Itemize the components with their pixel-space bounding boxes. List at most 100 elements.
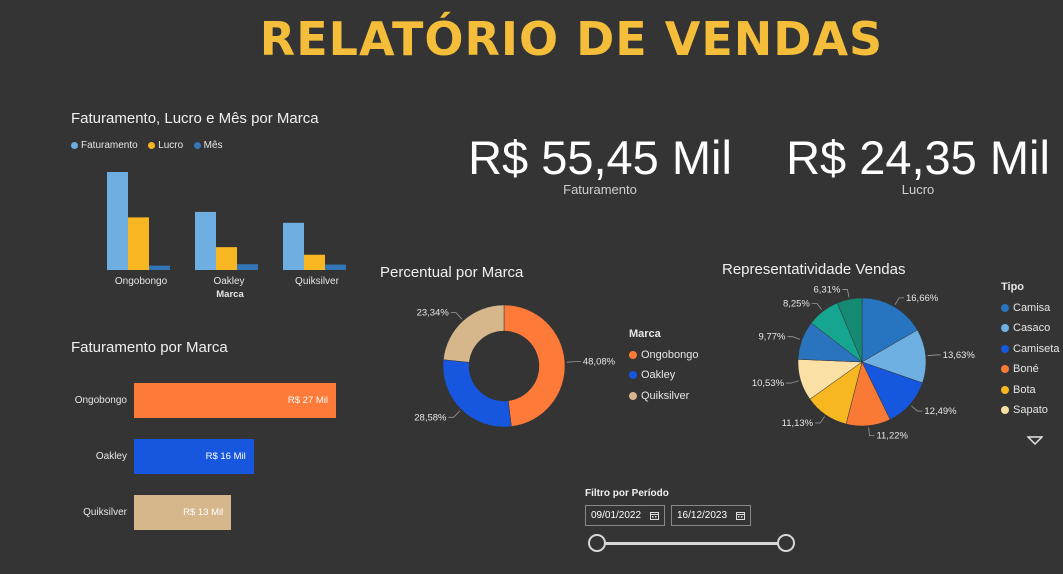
- pie-legend-title: Tipo: [1001, 281, 1025, 293]
- column-bar[interactable]: [107, 172, 128, 270]
- legend-dot-icon: [1001, 344, 1009, 353]
- date-range-end-handle[interactable]: [777, 534, 795, 552]
- slice-label: 6,31%: [813, 284, 840, 295]
- legend-bone[interactable]: Boné: [1001, 359, 1059, 380]
- column-chart-legend: Faturamento Lucro Mês: [71, 136, 229, 154]
- calendar-icon[interactable]: [650, 511, 659, 520]
- bar-value-label: R$ 27 Mil: [287, 395, 328, 406]
- column-bar[interactable]: [325, 264, 346, 270]
- slice-label: 16,66%: [906, 293, 939, 304]
- slice-label: 12,49%: [924, 406, 957, 417]
- bar-chart[interactable]: Ongobongo R$ 27 Mil Oakley R$ 16 Mil Quiksil…: [57, 383, 357, 530]
- legend-dot-icon: [629, 350, 637, 359]
- legend-dot-icon: [1001, 365, 1009, 374]
- legend-ongobongo[interactable]: Ongobongo: [629, 345, 699, 366]
- legend-dot-icon: [71, 142, 78, 149]
- legend-camiseta[interactable]: Camiseta: [1001, 339, 1059, 360]
- slice-label: 11,22%: [876, 431, 908, 442]
- column-chart-title: Faturamento, Lucro e Mês por Marca: [71, 110, 319, 127]
- legend-dot-icon: [193, 142, 201, 149]
- column-bar[interactable]: [237, 264, 258, 270]
- hbar[interactable]: R$ 27 Mil: [134, 383, 336, 418]
- date-range-track[interactable]: [597, 542, 786, 545]
- legend-oakley[interactable]: Oakley: [629, 365, 699, 386]
- slice-label: 10,53%: [752, 378, 785, 389]
- legend-dot-icon: [1001, 385, 1009, 394]
- leader-line: [450, 312, 463, 320]
- bar-row[interactable]: Ongobongo R$ 27 Mil: [57, 383, 336, 418]
- slice-label: 28,58%: [414, 412, 447, 423]
- legend-casaco[interactable]: Casaco: [1001, 318, 1059, 339]
- column-bar[interactable]: [195, 211, 216, 270]
- legend-sapato[interactable]: Sapato: [1001, 400, 1059, 421]
- kpi-lucro-label: Lucro: [901, 182, 935, 197]
- pie-chart[interactable]: 16,66% 13,63% 12,49% 11,22% 11,13% 10,53% 9,77…: [735, 280, 1005, 450]
- legend-dot-icon: [1001, 303, 1009, 312]
- donut-legend: Marca Ongobongo Oakley Quiksilver: [629, 324, 699, 406]
- slice-label: 8,25%: [783, 298, 810, 309]
- legend-dot-icon: [148, 142, 156, 149]
- bar-category-label: Quiksilver: [83, 507, 127, 518]
- leader-line: [894, 297, 904, 306]
- column-bar[interactable]: [304, 254, 325, 270]
- date-range-start-handle[interactable]: [588, 534, 606, 552]
- legend-faturamento[interactable]: Faturamento: [71, 140, 138, 151]
- x-tick-label: Oakley: [213, 276, 244, 287]
- x-tick-label: Quiksilver: [295, 276, 340, 287]
- filter-title: Filtro por Período: [585, 488, 669, 499]
- start-date-input[interactable]: 09/01/2022: [585, 505, 665, 526]
- pie-title: Representatividade Vendas: [722, 261, 906, 278]
- bar-row[interactable]: Quiksilver R$ 13 Mil: [57, 495, 232, 530]
- page-title: RELATÓRIO DE VENDAS: [259, 12, 884, 66]
- leader-line: [815, 416, 825, 424]
- legend-dot-icon: [629, 371, 637, 380]
- end-date-input[interactable]: 16/12/2023: [671, 505, 751, 526]
- x-axis-label: Marca: [216, 289, 244, 300]
- hbar[interactable]: R$ 16 Mil: [134, 439, 254, 474]
- slice-label: 9,77%: [759, 332, 786, 343]
- column-bar[interactable]: [283, 222, 304, 270]
- slice-label: 23,34%: [417, 308, 450, 319]
- column-chart[interactable]: Ongobongo Oakley Quiksilver Marca: [90, 160, 370, 300]
- leader-line: [927, 354, 941, 357]
- legend-mes[interactable]: Mês: [193, 140, 223, 151]
- pie-slice[interactable]: [503, 304, 566, 427]
- leader-line: [911, 405, 923, 412]
- donut-chart[interactable]: 48,08% 28,58% 23,34%: [395, 295, 635, 440]
- legend-dot-icon: [1001, 406, 1009, 415]
- hbar[interactable]: R$ 13 Mil: [134, 495, 232, 530]
- pie-slice[interactable]: [443, 304, 505, 363]
- bar-value-label: R$ 16 Mil: [205, 451, 246, 462]
- bar-value-label: R$ 13 Mil: [183, 507, 224, 518]
- legend-lucro[interactable]: Lucro: [148, 140, 183, 151]
- column-bar[interactable]: [216, 247, 237, 270]
- legend-camisa[interactable]: Camisa: [1001, 298, 1059, 319]
- legend-bota[interactable]: Bota: [1001, 380, 1059, 401]
- pie-legend: Tipo Camisa Casaco Camiseta Boné Bota Sa…: [1001, 277, 1059, 421]
- leader-line: [786, 380, 799, 384]
- leader-line: [566, 361, 581, 363]
- pie-slice[interactable]: [442, 359, 512, 428]
- legend-dot-icon: [629, 391, 637, 400]
- donut-title: Percentual por Marca: [380, 264, 524, 281]
- legend-scroll-down-icon[interactable]: [1027, 436, 1043, 446]
- calendar-icon[interactable]: [736, 511, 745, 520]
- bar-chart-title: Faturamento por Marca: [71, 339, 228, 356]
- leader-line: [448, 410, 461, 418]
- slice-label: 13,63%: [943, 350, 976, 361]
- slice-label: 11,13%: [782, 418, 814, 429]
- leader-line: [811, 302, 823, 310]
- kpi-faturamento-label: Faturamento: [563, 182, 637, 197]
- legend-dot-icon: [1001, 324, 1009, 333]
- leader-line: [842, 289, 850, 298]
- x-tick-label: Ongobongo: [115, 276, 168, 287]
- column-bar[interactable]: [149, 265, 170, 270]
- kpi-faturamento-value: R$ 55,45 Mil: [468, 131, 732, 184]
- legend-quiksilver[interactable]: Quiksilver: [629, 386, 699, 407]
- slice-label: 48,08%: [583, 357, 616, 368]
- column-bar[interactable]: [128, 217, 149, 270]
- leader-line: [787, 336, 801, 340]
- donut-legend-title: Marca: [629, 328, 661, 340]
- bar-row[interactable]: Oakley R$ 16 Mil: [57, 439, 254, 474]
- bar-category-label: Ongobongo: [74, 395, 127, 406]
